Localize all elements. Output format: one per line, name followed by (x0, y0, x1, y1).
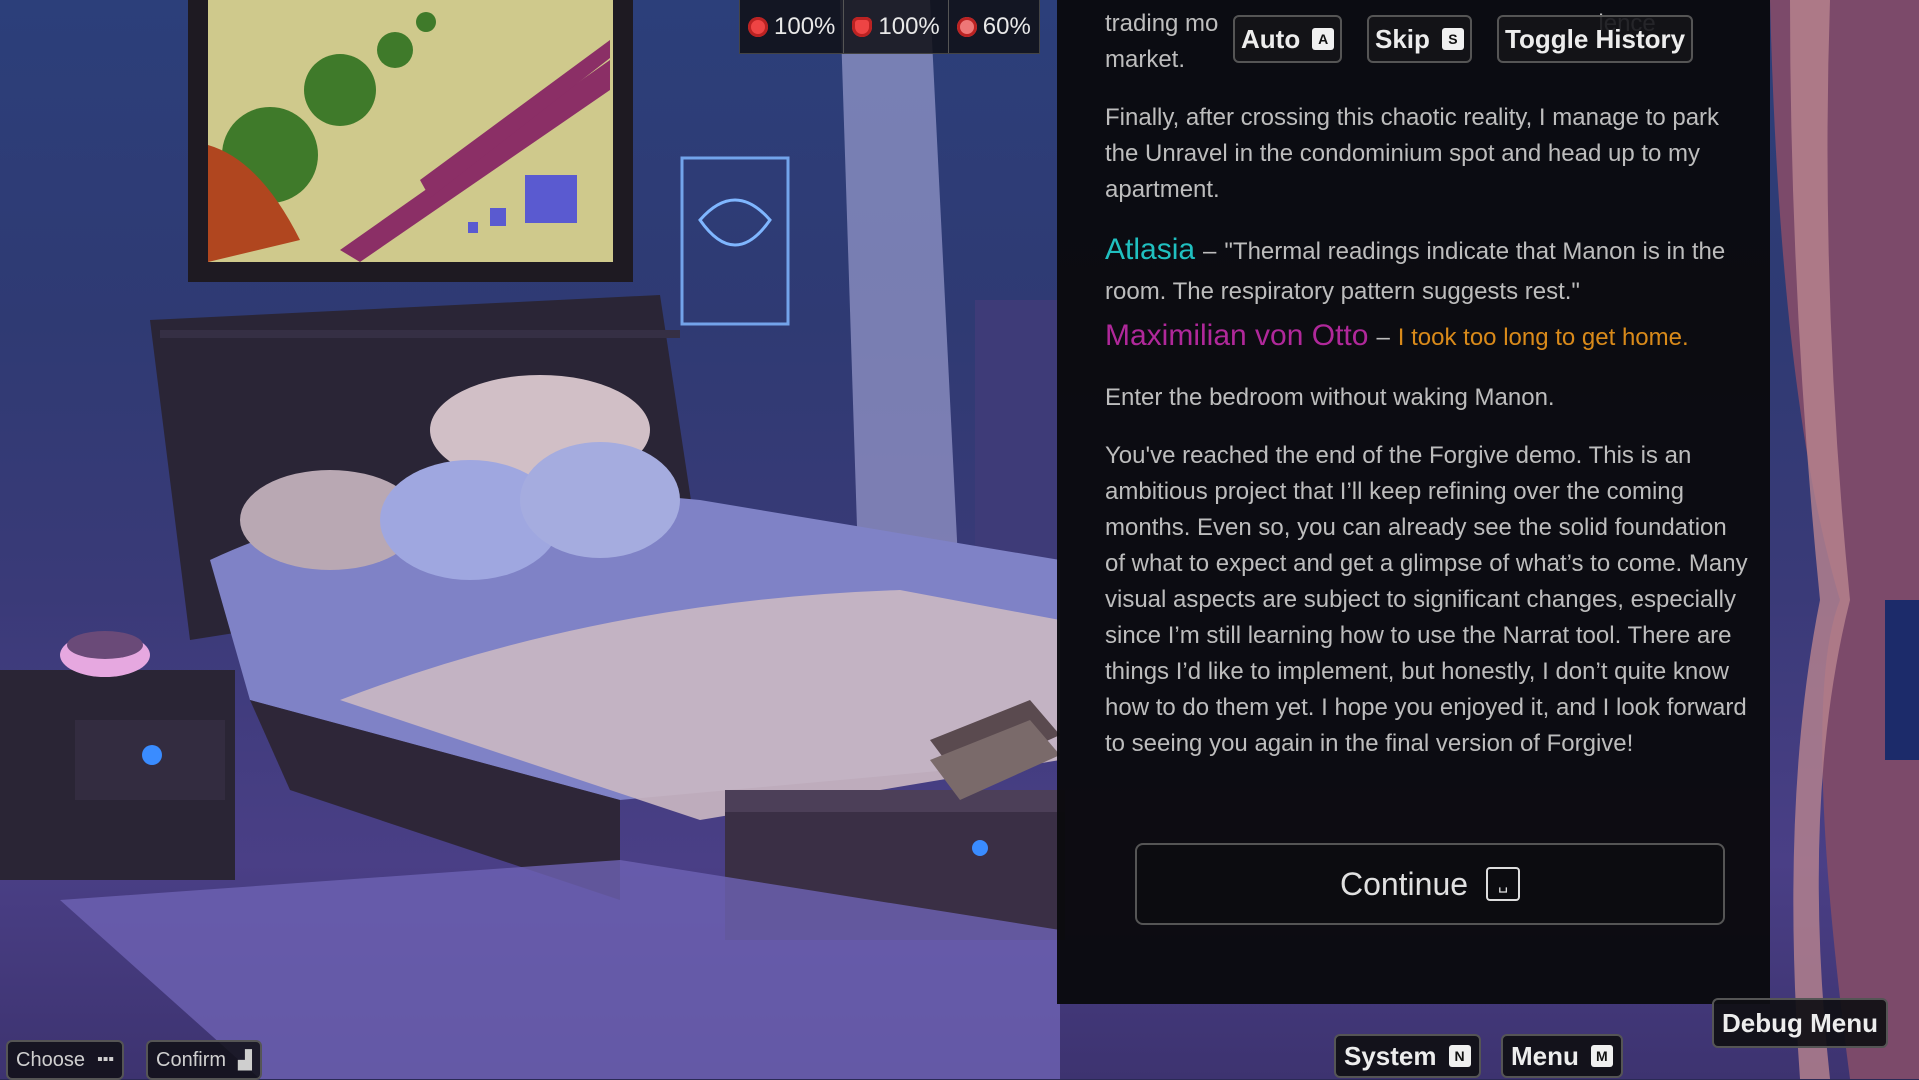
dash: – (1376, 324, 1390, 351)
space-key-icon: ␣ (1486, 867, 1521, 901)
dialog-panel: trading molence market. Finally, after c… (1057, 0, 1770, 1004)
dialog-speech: "Thermal readings indicate that Manon is… (1105, 238, 1726, 305)
choose-hint: Choose ▪▪▪ (6, 1040, 124, 1080)
stat-heart: 100% (844, 0, 949, 53)
health-icon (748, 16, 768, 37)
stat-value: 60% (982, 12, 1031, 40)
confirm-hint: Confirm ▟ (146, 1040, 262, 1080)
toggle-history-button[interactable]: Toggle History (1497, 15, 1694, 63)
skip-button[interactable]: Skip S (1367, 15, 1472, 63)
auto-label: Auto (1241, 23, 1301, 54)
key-a-icon: A (1312, 28, 1335, 50)
skip-label: Skip (1375, 23, 1430, 54)
system-label: System (1344, 1040, 1437, 1071)
dialog-paragraph: Finally, after crossing this chaotic rea… (1105, 104, 1720, 203)
stat-health: 100% (740, 0, 845, 53)
key-n-icon: N (1448, 1045, 1471, 1067)
dialog-line-atlasia: Atlasia – "Thermal readings indicate that … (1105, 230, 1750, 312)
key-s-icon: S (1441, 28, 1464, 50)
dialog-text: trading molence market. Finally, after c… (1105, 0, 1750, 784)
speaker-name: Atlasia (1105, 233, 1196, 266)
intro-line2: market. (1105, 46, 1186, 73)
intro-line1: trading mo (1105, 10, 1219, 37)
heart-icon (852, 16, 873, 37)
continue-button[interactable]: Continue ␣ (1135, 843, 1725, 925)
dialog-line-max: Maximilian von Otto – I took too long to g… (1105, 316, 1750, 358)
stat-value: 100% (774, 12, 836, 40)
menu-button[interactable]: Menu M (1501, 1034, 1623, 1078)
dialog-paragraph: Enter the bedroom without waking Manon. (1105, 384, 1555, 411)
debug-menu-label: Debug Menu (1722, 1007, 1878, 1038)
dialog-speech: I took too long to get home. (1397, 324, 1689, 351)
dash: – (1203, 238, 1217, 265)
dpad-icon: ▪▪▪ (96, 1051, 114, 1068)
choose-label: Choose (16, 1048, 85, 1071)
confirm-label: Confirm (156, 1048, 227, 1071)
continue-label: Continue (1339, 865, 1469, 902)
button-icon: ▟ (238, 1049, 252, 1070)
stat-value: 100% (878, 12, 940, 40)
key-m-icon: M (1590, 1045, 1613, 1067)
stat-brain: 60% (949, 0, 1039, 53)
stat-bar: 100% 100% 60% (739, 0, 1040, 54)
dialog-paragraph: You've reached the end of the Forgive de… (1105, 442, 1748, 757)
system-button[interactable]: System N (1334, 1034, 1481, 1078)
history-label: Toggle History (1505, 23, 1686, 54)
speaker-name: Maximilian von Otto (1105, 319, 1369, 352)
menu-label: Menu (1511, 1040, 1579, 1071)
debug-menu-button[interactable]: Debug Menu (1712, 998, 1888, 1048)
auto-button[interactable]: Auto A (1233, 15, 1343, 63)
brain-icon (956, 16, 977, 37)
